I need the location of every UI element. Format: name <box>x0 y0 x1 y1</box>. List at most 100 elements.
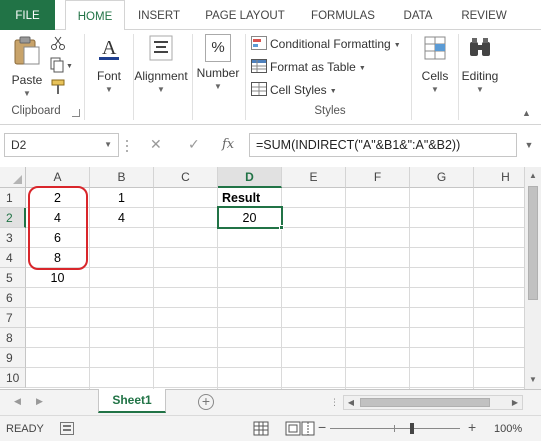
select-all-corner[interactable] <box>0 167 26 188</box>
macro-recording-icon[interactable] <box>60 422 74 435</box>
tab-review[interactable]: REVIEW <box>452 0 516 30</box>
chevron-down-icon: ▼ <box>105 85 113 94</box>
normal-view-icon[interactable] <box>250 420 272 438</box>
copy-icon[interactable]: ▼ <box>50 57 73 76</box>
tab-home[interactable]: HOME <box>65 0 125 31</box>
row-header-3[interactable]: 3 <box>0 228 26 248</box>
row-header-6[interactable]: 6 <box>0 288 26 308</box>
horizontal-scrollbar[interactable]: ◀ ▶ <box>343 395 523 410</box>
scroll-up-icon[interactable]: ▲ <box>525 167 541 184</box>
editing-button[interactable]: Editing ▼ <box>459 34 501 94</box>
collapse-ribbon-icon[interactable]: ▲ <box>522 108 531 118</box>
sheet-tab-sheet1[interactable]: Sheet1 <box>98 389 166 413</box>
cell-a5[interactable]: 10 <box>26 268 90 288</box>
annotation-highlight <box>28 186 88 270</box>
fill-handle[interactable] <box>279 225 284 230</box>
cells-button[interactable]: Cells ▼ <box>414 34 456 94</box>
row-header-1[interactable]: 1 <box>0 188 26 208</box>
format-as-table-button[interactable]: Format as Table ▼ <box>251 57 366 77</box>
ribbon: Paste ▼ ▼ Clipboard A Font ▼ Alignment ▼… <box>0 30 541 125</box>
zoom-slider[interactable] <box>330 428 460 429</box>
font-button[interactable]: A Font ▼ <box>88 34 130 94</box>
paste-icon <box>12 34 42 69</box>
cell-styles-icon <box>251 82 267 96</box>
zoom-slider-knob[interactable] <box>410 423 414 434</box>
column-header-c[interactable]: C <box>154 167 218 188</box>
clipboard-group-label: Clipboard <box>11 105 61 117</box>
status-bar: READY − + 100% <box>0 415 541 441</box>
row-header-10[interactable]: 10 <box>0 368 26 388</box>
group-divider <box>411 34 412 120</box>
formula-bar-splitter[interactable] <box>125 139 129 153</box>
percent-icon: % <box>205 34 231 62</box>
chevron-down-icon: ▼ <box>23 89 31 98</box>
sheet-tab-bar: ◀ ▶ Sheet1 + ⋮ ◀ ▶ <box>0 389 541 415</box>
sheet-next-icon[interactable]: ▶ <box>36 396 43 407</box>
page-break-view-icon[interactable] <box>300 420 316 438</box>
column-header-f[interactable]: F <box>346 167 410 188</box>
tab-formulas[interactable]: FORMULAS <box>302 0 384 30</box>
number-button[interactable]: % Number ▼ <box>193 34 243 91</box>
row-header-8[interactable]: 8 <box>0 328 26 348</box>
cell-styles-button[interactable]: Cell Styles ▼ <box>251 80 337 100</box>
scroll-right-icon[interactable]: ▶ <box>508 396 522 409</box>
row-header-5[interactable]: 5 <box>0 268 26 288</box>
row-header-7[interactable]: 7 <box>0 308 26 328</box>
splitter-icon[interactable]: ⋮ <box>330 397 339 408</box>
add-sheet-icon[interactable]: + <box>198 394 214 410</box>
chevron-down-icon: ▼ <box>476 85 484 94</box>
scroll-down-icon[interactable]: ▼ <box>525 371 541 388</box>
zoom-center-mark <box>394 425 395 432</box>
vertical-scrollbar[interactable]: ▲ ▼ <box>524 167 541 389</box>
column-header-g[interactable]: G <box>410 167 474 188</box>
column-header-a[interactable]: A <box>26 167 90 188</box>
name-box[interactable]: D2 ▼ <box>4 133 119 157</box>
format-as-table-icon <box>251 59 267 73</box>
row-header-2[interactable]: 2 <box>0 208 26 228</box>
chevron-down-icon: ▼ <box>214 82 222 91</box>
tab-insert[interactable]: INSERT <box>130 0 188 30</box>
zoom-out-icon[interactable]: − <box>318 419 326 435</box>
clipboard-launcher-icon[interactable] <box>72 109 80 117</box>
formula-bar: D2 ▼ ✕ ✓ fx =SUM(INDIRECT("A"&B1&":A"&B2… <box>0 125 541 167</box>
chevron-down-icon: ▼ <box>358 65 366 72</box>
vertical-scroll-thumb[interactable] <box>528 186 538 300</box>
cell-d1[interactable]: Result <box>218 188 282 208</box>
chevron-down-icon: ▼ <box>104 140 112 149</box>
ribbon-tabs: FILE HOME INSERT PAGE LAYOUT FORMULAS DA… <box>0 0 541 31</box>
row-header-9[interactable]: 9 <box>0 348 26 368</box>
scroll-left-icon[interactable]: ◀ <box>344 396 358 409</box>
zoom-in-icon[interactable]: + <box>468 419 476 435</box>
group-divider <box>84 34 85 120</box>
conditional-formatting-button[interactable]: Conditional Formatting ▼ <box>251 34 401 54</box>
tab-file[interactable]: FILE <box>0 0 55 30</box>
enter-formula-icon[interactable]: ✓ <box>188 136 200 153</box>
group-divider <box>245 34 246 120</box>
svg-text:A: A <box>102 37 117 59</box>
format-painter-icon[interactable] <box>50 79 66 98</box>
worksheet-grid[interactable]: A B C D E F G H 1 2 3 4 5 6 7 8 9 10 2 4… <box>0 167 524 389</box>
status-ready: READY <box>6 423 44 435</box>
formula-input[interactable]: =SUM(INDIRECT("A"&B1&":A"&B2)) <box>249 133 517 157</box>
binoculars-icon <box>467 34 493 65</box>
cancel-formula-icon[interactable]: ✕ <box>150 136 162 153</box>
column-header-h[interactable]: H <box>474 167 524 188</box>
paste-button[interactable]: Paste ▼ <box>6 34 48 98</box>
cut-icon[interactable] <box>50 35 66 54</box>
cell-b1[interactable]: 1 <box>90 188 154 208</box>
column-header-b[interactable]: B <box>90 167 154 188</box>
cell-b2[interactable]: 4 <box>90 208 154 228</box>
sheet-prev-icon[interactable]: ◀ <box>14 396 21 407</box>
tab-data[interactable]: DATA <box>390 0 446 30</box>
tab-page-layout[interactable]: PAGE LAYOUT <box>196 0 294 30</box>
zoom-level[interactable]: 100% <box>494 423 522 435</box>
expand-formula-bar-icon[interactable]: ▼ <box>520 133 538 157</box>
conditional-formatting-icon <box>251 36 267 50</box>
column-header-e[interactable]: E <box>282 167 346 188</box>
column-header-d[interactable]: D <box>218 167 282 188</box>
row-header-4[interactable]: 4 <box>0 248 26 268</box>
select-all-icon <box>13 175 22 184</box>
alignment-button[interactable]: Alignment ▼ <box>133 34 189 94</box>
horizontal-scroll-thumb[interactable] <box>360 398 490 407</box>
insert-function-icon[interactable]: fx <box>222 137 234 152</box>
